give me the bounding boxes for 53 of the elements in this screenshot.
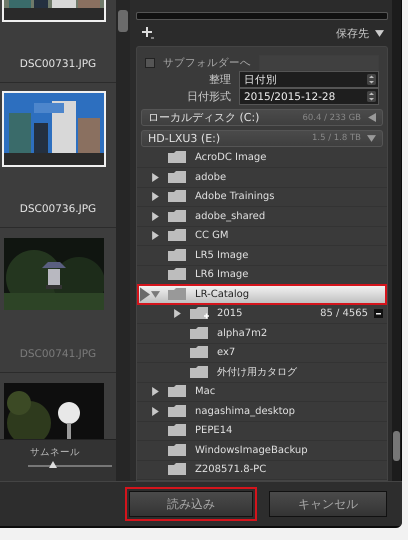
folder-name: CC GM bbox=[195, 230, 230, 242]
panel-title: 保存先 bbox=[336, 26, 369, 40]
folder-name: LR6 Image bbox=[195, 269, 250, 280]
checkbox-label: サブフォルダーへ bbox=[163, 56, 251, 70]
folder-row[interactable]: Mac bbox=[137, 382, 387, 402]
folder-row[interactable]: LR5 Image bbox=[137, 246, 387, 266]
folder-row[interactable]: adobe bbox=[137, 168, 387, 188]
field-label: 整理 bbox=[208, 72, 231, 87]
file-name: DSC00741.JPG bbox=[20, 348, 96, 360]
cancel-button[interactable]: キャンセル bbox=[269, 491, 387, 517]
folder-row[interactable]: Adobe Trainings bbox=[137, 188, 387, 207]
volume-space: 1.5 / 1.8 TB bbox=[312, 133, 361, 144]
file-name: DSC00731.JPG bbox=[20, 58, 96, 70]
folder-name: 2015 bbox=[217, 308, 244, 320]
folder-row[interactable]: Z208571.8-PC bbox=[137, 460, 387, 480]
folder-name: ex7 bbox=[217, 347, 236, 358]
file-name: DSC00736.JPG bbox=[20, 203, 96, 215]
photo-count: 85 / 4565 bbox=[320, 308, 368, 320]
field-label: 日付形式 bbox=[186, 89, 231, 104]
folder-row[interactable]: 外付け用カタログ bbox=[137, 363, 387, 382]
select-field[interactable]: 2015/2015-12-28 bbox=[239, 88, 379, 105]
slider-label: サムネール bbox=[30, 446, 81, 459]
folder-row[interactable]: AcroDC Image bbox=[137, 148, 387, 168]
folder-name: adobe_shared bbox=[195, 210, 266, 222]
folder-name: WindowsImageBackup bbox=[195, 444, 309, 456]
volume-name: ローカルディスク (C:) bbox=[148, 110, 260, 125]
folder-name: LR5 Image bbox=[195, 250, 250, 261]
folder-row[interactable]: CC GM bbox=[137, 226, 387, 246]
folder-name: PEPE14 bbox=[195, 425, 234, 436]
folder-name: 外付け用カタログ bbox=[217, 366, 298, 380]
folder-name: Mac bbox=[195, 386, 216, 398]
volume-space: 60.4 / 233 GB bbox=[302, 112, 361, 122]
folder-name: adobe bbox=[195, 172, 228, 183]
folder-row[interactable]: adobe_shared bbox=[137, 207, 387, 226]
folder-row[interactable]: ex7 bbox=[137, 344, 387, 363]
folder-row[interactable]: PEPE14 bbox=[137, 422, 387, 441]
folder-name: Z208571.8-PC bbox=[195, 464, 268, 476]
folder-row[interactable]: 2015 85 / 4565 bbox=[137, 304, 387, 324]
folder-row[interactable]: nagashima_desktop bbox=[137, 402, 387, 422]
import-button[interactable]: 読み込み bbox=[129, 491, 253, 517]
folder-name: alpha7m2 bbox=[217, 328, 268, 339]
select-field[interactable]: 日付別 bbox=[239, 71, 379, 88]
folder-name: LR-Catalog bbox=[195, 288, 250, 300]
folder-row[interactable]: WindowsImageBackup bbox=[137, 441, 387, 460]
volume-header[interactable]: HD-LXU3 (E:) 1.5 / 1.8 TB bbox=[141, 130, 383, 146]
folder-row[interactable]: alpha7m2 bbox=[137, 324, 387, 344]
folder-name: AcroDC Image bbox=[195, 152, 268, 164]
folder-name: nagashima_desktop bbox=[195, 406, 296, 417]
folder-row[interactable]: LR-Catalog bbox=[137, 285, 387, 304]
folder-name: Adobe Trainings bbox=[195, 191, 276, 202]
volume-name: HD-LXU3 (E:) bbox=[148, 132, 222, 145]
folder-row[interactable]: LR6 Image bbox=[137, 266, 387, 285]
volume-header[interactable]: ローカルディスク (C:) 60.4 / 233 GB bbox=[141, 109, 383, 126]
